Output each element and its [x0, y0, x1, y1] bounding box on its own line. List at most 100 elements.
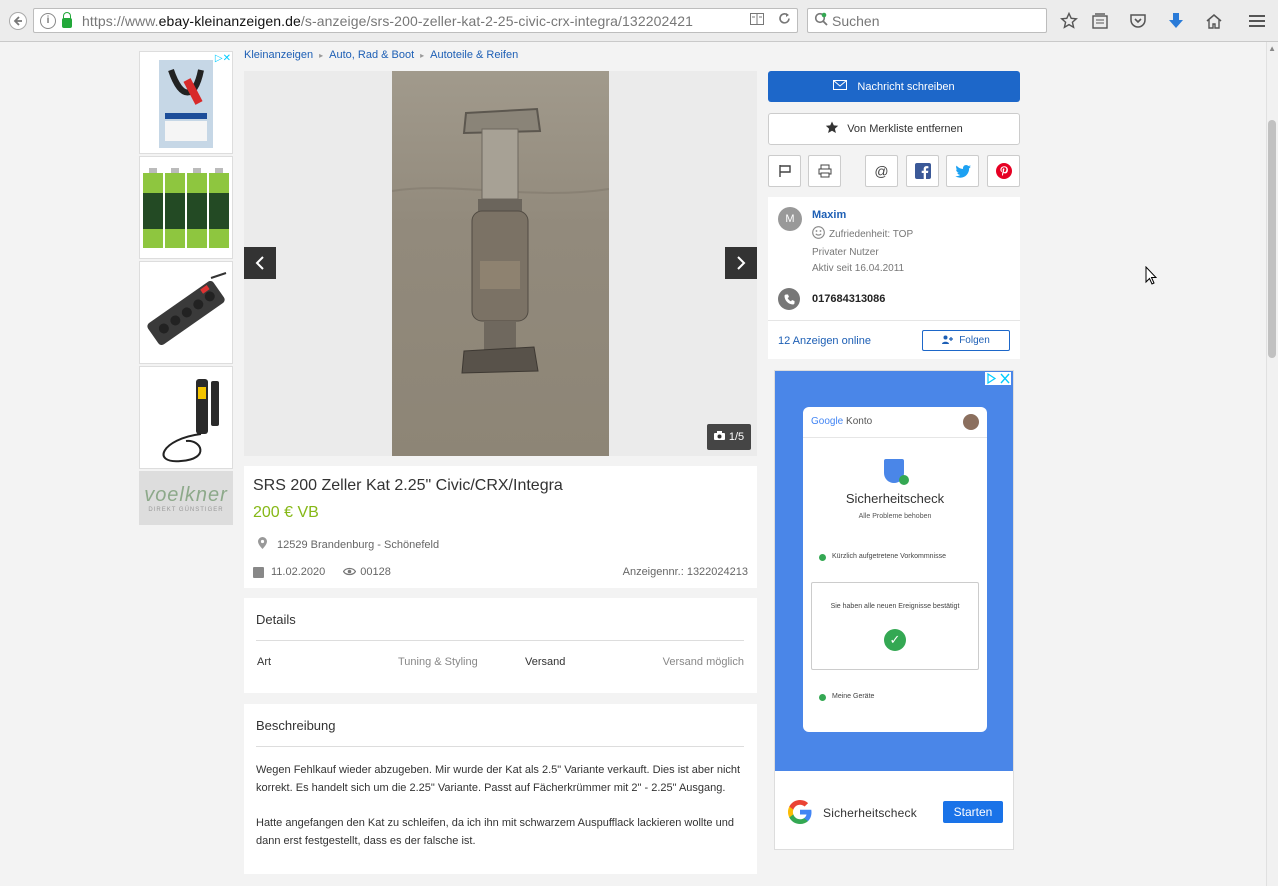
search-input[interactable]: Suchen — [807, 8, 1047, 33]
views-eye-icon — [343, 565, 357, 579]
smiley-icon — [812, 226, 825, 242]
breadcrumb-link-auto[interactable]: Auto, Rad & Boot — [329, 49, 414, 61]
google-g-logo-icon — [787, 799, 813, 832]
description-paragraph: Hatte angefangen den Kat zu schleifen, d… — [256, 817, 734, 847]
details-heading: Details — [256, 612, 296, 627]
google-account-header: Google Konto — [811, 416, 872, 427]
avatar: M — [778, 207, 802, 231]
google-ad-card-subtitle: Alle Probleme behoben — [858, 513, 932, 520]
scrollbar-thumb[interactable] — [1268, 120, 1276, 358]
detail-value-art: Tuning & Styling — [398, 656, 478, 668]
seller-satisfaction-text: Zufriedenheit: TOP — [829, 228, 914, 240]
google-ad-footer-title: Sicherheitscheck — [823, 806, 917, 820]
send-message-label: Nachricht schreiben — [857, 80, 955, 93]
remove-from-watchlist-button[interactable]: Von Merkliste entfernen — [768, 113, 1020, 145]
seller-satisfaction: Zufriedenheit: TOP — [812, 226, 913, 242]
star-icon — [825, 121, 839, 137]
next-image-button[interactable] — [725, 247, 757, 279]
google-ad-card: Google Konto Sicherheitscheck Alle Probl… — [803, 407, 987, 732]
divider — [803, 437, 987, 438]
checkmark-icon: ✓ — [884, 629, 906, 651]
ad-thumbnail-cable[interactable]: ▷✕ — [139, 51, 233, 154]
left-ad-column: ▷✕ voelkner DIREKT GÜNSTIGER — [139, 51, 233, 525]
detail-value-versand: Versand möglich — [662, 656, 744, 668]
google-brand: Google — [811, 416, 844, 427]
bookmarks-library-icon[interactable] — [1089, 10, 1111, 32]
listing-photo[interactable] — [391, 71, 610, 456]
share-email-button[interactable]: @ — [865, 155, 898, 187]
breadcrumb: Kleinanzeigen ▸ Auto, Rad & Boot ▸ Autot… — [244, 49, 518, 61]
check-dot-icon — [819, 694, 826, 701]
google-ad-banner: Google Konto Sicherheitscheck Alle Probl… — [775, 371, 1013, 771]
image-counter-text: 1/5 — [728, 431, 745, 443]
listing-price: 200 € VB — [253, 504, 319, 521]
check-dot-icon — [819, 554, 826, 561]
listing-location: 12529 Brandenburg - Schönefeld — [258, 537, 439, 552]
ad-choices-icon[interactable]: ▷✕ — [215, 53, 231, 64]
home-icon[interactable] — [1203, 10, 1225, 32]
url-text[interactable]: https://www.ebay-kleinanzeigen.de/s-anze… — [82, 13, 693, 29]
seller-ads-link[interactable]: 12 Anzeigen online — [778, 335, 871, 347]
listing-title: SRS 200 Zeller Kat 2.25" Civic/CRX/Integ… — [253, 477, 563, 494]
listing-ad-number: Anzeigennr.: 1322024213 — [622, 566, 748, 578]
phone-icon — [778, 288, 800, 310]
download-icon[interactable] — [1165, 10, 1187, 32]
google-account-label: Konto — [846, 416, 873, 427]
ad-thumbnail-voltage-tester[interactable] — [139, 366, 233, 469]
breadcrumb-link-kleinanzeigen[interactable]: Kleinanzeigen — [244, 49, 313, 61]
avatar — [963, 414, 979, 430]
follow-label: Folgen — [959, 335, 990, 346]
image-gallery[interactable]: 1/5 — [244, 71, 757, 456]
google-ad-item: Kürzlich aufgetretene Vorkommnisse — [819, 553, 969, 561]
location-pin-icon — [258, 537, 267, 552]
divider — [768, 320, 1020, 321]
send-message-button[interactable]: Nachricht schreiben — [768, 71, 1020, 102]
google-ad-item: Meine Geräte — [819, 693, 874, 701]
google-ad-box-text: Sie haben alle neuen Ereignisse bestätig… — [830, 603, 960, 610]
previous-image-button[interactable] — [244, 247, 276, 279]
report-flag-button[interactable] — [768, 155, 801, 187]
breadcrumb-link-autoteile[interactable]: Autoteile & Reifen — [430, 49, 518, 61]
bookmark-star-icon[interactable] — [1058, 10, 1080, 32]
listing-meta: 11.02.2020 00128 Anzeigennr.: 1322024213 — [253, 565, 748, 579]
voelkner-logo: voelkner — [144, 483, 228, 506]
lock-icon — [62, 11, 72, 28]
seller-phone[interactable]: 017684313086 — [812, 293, 885, 305]
ad-choices-icon[interactable] — [985, 372, 1011, 385]
google-ad-start-button[interactable]: Starten — [943, 801, 1003, 823]
share-pinterest-button[interactable] — [987, 155, 1020, 187]
image-counter: 1/5 — [707, 424, 751, 450]
voelkner-ad[interactable]: voelkner DIREKT GÜNSTIGER — [139, 471, 233, 525]
browser-toolbar: i https://www.ebay-kleinanzeigen.de/s-an… — [0, 0, 1278, 42]
pocket-icon[interactable] — [1127, 10, 1149, 32]
back-icon[interactable] — [6, 9, 30, 33]
google-security-ad[interactable]: Google Konto Sicherheitscheck Alle Probl… — [774, 370, 1014, 850]
scroll-up-icon[interactable]: ▲ — [1268, 44, 1276, 53]
seller-active-since: Aktiv seit 16.04.2011 — [812, 263, 905, 274]
listing-views: 00128 — [360, 566, 391, 578]
info-icon[interactable]: i — [40, 12, 56, 29]
description-section: Beschreibung Wegen Fehlkauf wieder abzug… — [244, 704, 757, 874]
google-ad-item-text: Kürzlich aufgetretene Vorkommnisse — [832, 553, 946, 560]
watchlist-label: Von Merkliste entfernen — [847, 123, 963, 135]
reload-icon[interactable] — [778, 12, 791, 28]
search-placeholder: Suchen — [832, 12, 880, 29]
detail-label-art: Art — [257, 656, 272, 668]
seller-name[interactable]: Maxim — [812, 209, 846, 221]
address-bar[interactable]: i https://www.ebay-kleinanzeigen.de/s-an… — [33, 8, 798, 33]
voelkner-tagline: DIREKT GÜNSTIGER — [148, 506, 224, 513]
envelope-icon — [833, 80, 848, 93]
google-ad-card-title: Sicherheitscheck — [845, 491, 945, 506]
follow-button[interactable]: Folgen — [922, 330, 1010, 351]
ad-thumbnail-batteries[interactable] — [139, 156, 233, 259]
add-user-icon — [942, 335, 954, 347]
reader-view-icon[interactable] — [750, 12, 764, 28]
ad-thumbnail-power-strip[interactable] — [139, 261, 233, 364]
calendar-icon — [253, 566, 264, 578]
menu-icon[interactable] — [1246, 10, 1268, 32]
description-heading: Beschreibung — [256, 718, 336, 733]
print-button[interactable] — [808, 155, 841, 187]
share-facebook-button[interactable] — [906, 155, 939, 187]
share-twitter-button[interactable] — [946, 155, 979, 187]
detail-label-versand: Versand — [525, 656, 566, 668]
